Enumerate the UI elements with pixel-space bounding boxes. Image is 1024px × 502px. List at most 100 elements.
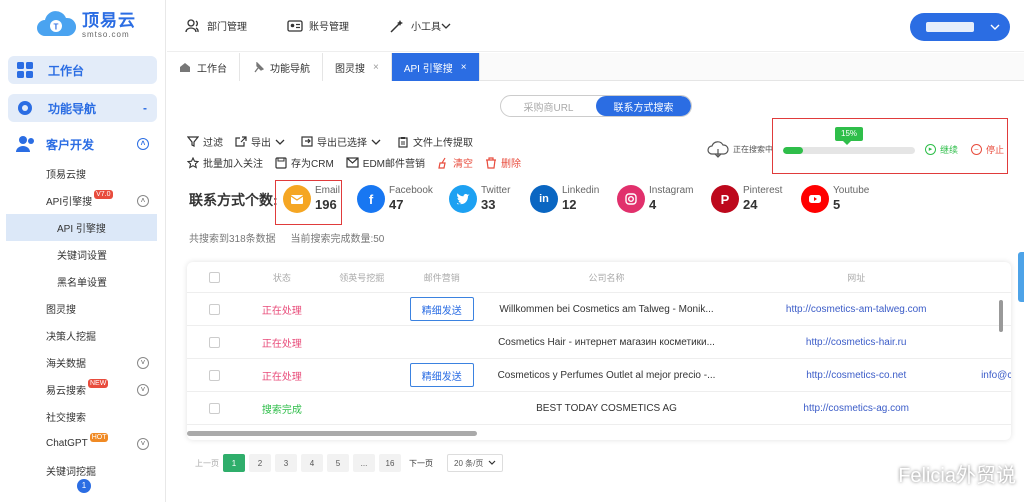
grid-icon: [17, 62, 33, 78]
prev-page-button[interactable]: 上一页: [195, 454, 219, 472]
sidebar-item-label: 顶易云搜: [46, 170, 86, 181]
chevron-down-icon[interactable]: ˅: [137, 437, 149, 450]
sidebar-item-workbench[interactable]: 工作台: [8, 56, 157, 84]
channel-facebook[interactable]: f Facebook 47: [357, 182, 433, 216]
row-checkbox[interactable]: [208, 336, 220, 348]
resume-button[interactable]: ▸ 继续: [925, 143, 958, 156]
sidebar-item-label: 决策人挖掘: [46, 332, 96, 343]
tab-turing-search[interactable]: 图灵搜 ×: [323, 53, 392, 81]
facebook-icon: f: [357, 185, 385, 213]
email-cell[interactable]: info@c: [981, 370, 1011, 381]
precise-send-button[interactable]: 精细发送: [409, 297, 474, 321]
channel-linkedin[interactable]: in Linkedin 12: [530, 182, 599, 216]
precise-send-button[interactable]: 精细发送: [409, 363, 474, 387]
dept-label: 部门管理: [207, 22, 247, 33]
export-selected-button[interactable]: 导出已选择: [301, 134, 385, 149]
export-button[interactable]: 导出: [235, 134, 289, 149]
page-button[interactable]: 1: [223, 454, 245, 472]
batch-follow-button[interactable]: 批量加入关注: [187, 155, 263, 170]
chevron-up-icon[interactable]: ˄: [137, 194, 149, 207]
page-button[interactable]: 16: [379, 454, 401, 472]
scroll-indicator[interactable]: 1: [77, 479, 91, 493]
search-mode-toggle[interactable]: 采购商URL 联系方式搜索: [500, 95, 692, 117]
channel-twitter[interactable]: Twitter 33: [449, 182, 510, 216]
channel-name: Twitter: [481, 185, 511, 196]
close-icon[interactable]: ×: [461, 62, 467, 73]
filter-button[interactable]: 过滤: [187, 134, 223, 149]
total-results: 共搜索到318条数据: [189, 234, 276, 245]
row-checkbox[interactable]: [208, 369, 220, 381]
dept-management-button[interactable]: 部门管理: [185, 18, 247, 33]
website-link[interactable]: http://cosmetics-hair.ru: [731, 337, 981, 348]
sidebar-item-turing-search[interactable]: 图灵搜: [0, 295, 165, 322]
progress-fill: [783, 147, 803, 154]
tab-function-nav[interactable]: 功能导航: [240, 53, 323, 81]
sidebar-item-customs-data[interactable]: 海关数据 ˅: [0, 349, 165, 376]
sidebar-item-yiyun-search[interactable]: 易云搜索 NEW ˅: [0, 376, 165, 403]
delete-button[interactable]: 删除: [485, 155, 521, 170]
edm-marketing-button[interactable]: EDM邮件营销: [346, 155, 425, 170]
tab-bar: 工作台 功能导航 图灵搜 × API 引擎搜 ×: [167, 53, 1024, 81]
page-button[interactable]: 3: [275, 454, 297, 472]
chevron-down-icon[interactable]: ˅: [137, 383, 149, 396]
table-row[interactable]: 搜索完成 BEST TODAY COSMETICS AG http://cosm…: [187, 392, 1011, 425]
tools-menu-button[interactable]: 小工具: [389, 18, 457, 33]
website-link[interactable]: http://cosmetics-co.net: [731, 370, 981, 381]
sidebar-item-label: 社交搜索: [46, 413, 86, 424]
sidebar-item-smtso-search[interactable]: 顶易云搜: [0, 160, 165, 187]
chevron-up-icon[interactable]: ˄: [137, 138, 149, 150]
row-checkbox[interactable]: [208, 402, 220, 414]
row-checkbox[interactable]: [208, 303, 220, 315]
logo[interactable]: T 顶易云 smtso.com: [0, 0, 165, 50]
account-management-button[interactable]: 账号管理: [287, 18, 349, 33]
tab-contact-search[interactable]: 联系方式搜索: [596, 96, 691, 116]
select-all-checkbox[interactable]: [208, 271, 220, 283]
page-size-select[interactable]: 20 条/页: [447, 454, 503, 472]
table-row[interactable]: 正在处理 精细发送 Willkommen bei Cosmetics am Ta…: [187, 293, 1011, 326]
channel-pinterest[interactable]: P Pinterest 24: [711, 182, 782, 216]
page-button[interactable]: 4: [301, 454, 323, 472]
website-link[interactable]: http://cosmetics-am-talweg.com: [731, 304, 981, 315]
logo-subtitle: smtso.com: [82, 29, 130, 39]
sidebar-item-customer-dev[interactable]: 客户开发 ˄: [0, 128, 165, 160]
website-link[interactable]: http://cosmetics-ag.com: [731, 403, 981, 414]
tab-api-engine-search[interactable]: API 引擎搜 ×: [391, 53, 480, 81]
page-button[interactable]: 2: [249, 454, 271, 472]
sidebar-item-api-engine-search[interactable]: API 引擎搜: [6, 214, 157, 241]
contacts-count-label: 联系方式个数:: [189, 192, 278, 208]
channel-youtube[interactable]: Youtube 5: [801, 182, 869, 216]
clear-button[interactable]: 清空: [437, 155, 473, 170]
sidebar-item-function-nav[interactable]: 功能导航 -: [8, 94, 157, 122]
stop-button[interactable]: – 停止: [971, 143, 1004, 156]
sidebar-item-api-engine[interactable]: API引擎搜 V7.0 ˄: [0, 187, 165, 214]
trash-icon: [486, 156, 497, 169]
next-page-button[interactable]: 下一页: [409, 454, 433, 472]
sidebar-item-keyword-settings[interactable]: 关键词设置: [0, 241, 165, 268]
tab-workbench[interactable]: 工作台: [167, 53, 240, 81]
channel-name: Facebook: [389, 185, 433, 196]
table-row[interactable]: 正在处理 Cosmetics Hair - интернет магазин к…: [187, 326, 1011, 359]
horizontal-scrollbar[interactable]: [187, 431, 477, 436]
vertical-scrollbar[interactable]: [999, 300, 1003, 332]
sidebar-item-social-search[interactable]: 社交搜索: [0, 403, 165, 430]
department-icon: [185, 18, 199, 32]
completed-count: 当前搜索完成数量:50: [290, 234, 385, 245]
table-row[interactable]: 正在处理 精细发送 Cosmeticos y Perfumes Outlet a…: [187, 359, 1011, 392]
collapse-toggle[interactable]: -: [143, 101, 147, 115]
side-drawer-handle[interactable]: [1018, 252, 1024, 302]
save-crm-button[interactable]: 存为CRM: [275, 155, 334, 170]
channel-instagram[interactable]: Instagram 4: [617, 182, 693, 216]
progress-percent: 15%: [835, 127, 864, 145]
page-button[interactable]: 5: [327, 454, 349, 472]
file-upload-button[interactable]: 文件上传提取: [397, 134, 473, 149]
user-menu[interactable]: [910, 13, 1010, 41]
page-ellipsis[interactable]: ...: [353, 454, 375, 472]
sidebar-item-blacklist[interactable]: 黑名单设置: [0, 268, 165, 295]
sidebar-item-chatgpt[interactable]: ChatGPT HOT ˅: [0, 430, 165, 457]
channel-email[interactable]: Email 196: [283, 182, 340, 216]
tab-buyer-url[interactable]: 采购商URL: [501, 96, 596, 116]
close-icon[interactable]: ×: [373, 62, 379, 73]
chevron-down-icon[interactable]: ˅: [137, 356, 149, 369]
sidebar-item-decision-maker[interactable]: 决策人挖掘: [0, 322, 165, 349]
chevron-down-icon: [441, 23, 451, 29]
